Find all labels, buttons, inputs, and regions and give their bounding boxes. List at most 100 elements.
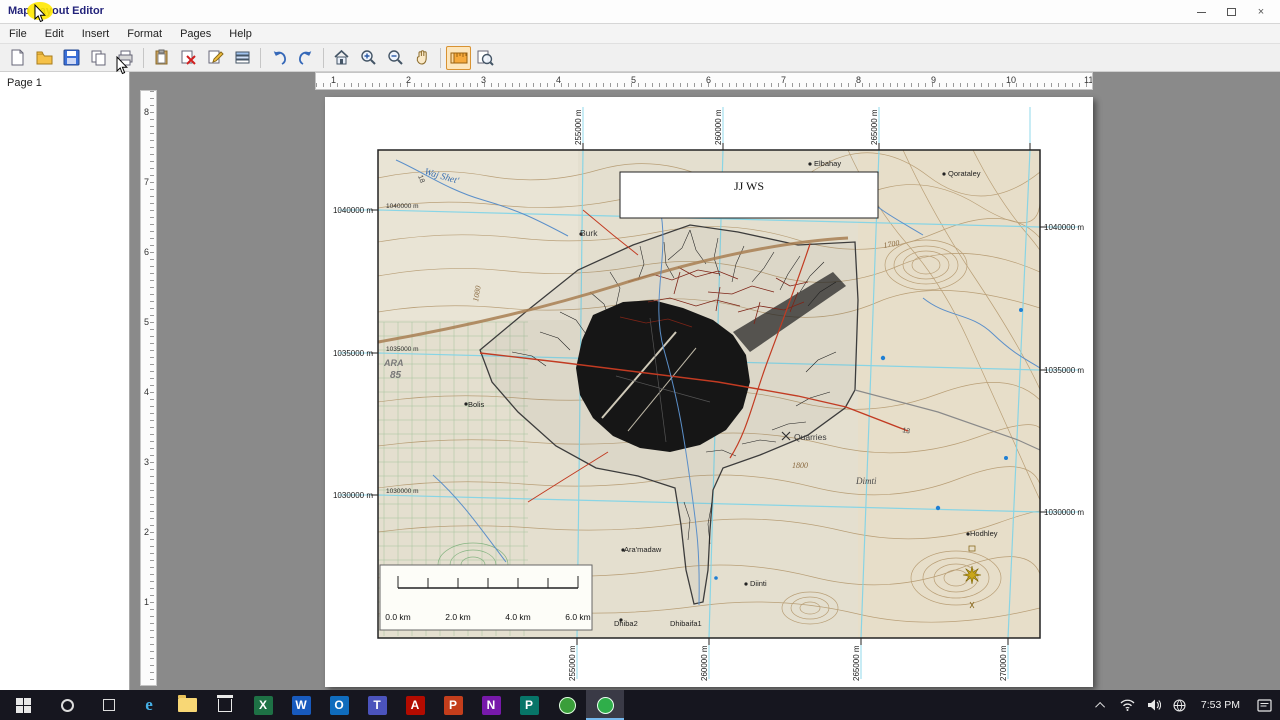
taskbar-app-publisher[interactable]: P	[510, 690, 548, 720]
new-document-button[interactable]	[5, 46, 30, 70]
ruler-number: 6	[706, 75, 712, 85]
map-frame: Waj Shet' 18 1080 Burk Elbahay Qorataley…	[377, 149, 1041, 639]
zoom-selection-button[interactable]	[473, 46, 498, 70]
coord-label-bottom: 260000 m	[700, 645, 709, 681]
coord-label-right: 1040000 m	[1044, 223, 1084, 232]
close-button[interactable]: ×	[1246, 0, 1276, 24]
menu-edit[interactable]: Edit	[36, 25, 73, 43]
ruler-number: 4	[144, 387, 150, 397]
taskbar-app-teams[interactable]: T	[358, 690, 396, 720]
layout-page[interactable]: 1040000 m 1035000 m 1030000 m 1040000 m …	[325, 97, 1093, 687]
powerpoint-icon: P	[443, 695, 463, 715]
pages-panel: Page 1	[0, 72, 130, 690]
ruler-number: 5	[631, 75, 637, 85]
onenote-icon: N	[481, 695, 501, 715]
layers-button[interactable]	[230, 46, 255, 70]
taskbar-app-gis[interactable]	[548, 690, 586, 720]
inner-coord-label: 1030000 m	[386, 488, 419, 495]
taskbar-app-excel[interactable]: X	[244, 690, 282, 720]
label-quarries: Quarries	[794, 432, 827, 442]
toolbar-separator	[260, 47, 261, 68]
search-button[interactable]	[46, 690, 88, 720]
label-dimti: Dimti	[855, 476, 877, 486]
volume-button[interactable]	[1141, 690, 1167, 720]
taskbar-app-store[interactable]	[206, 690, 244, 720]
taskbar: e X W O T A P N P 7:53 PM	[0, 690, 1280, 720]
vertical-ruler: 8 7 6 5 4 3 2 1	[140, 90, 157, 686]
scale-bar: 0.0 km 2.0 km 4.0 km 6.0 km	[379, 564, 593, 631]
menu-pages[interactable]: Pages	[171, 25, 220, 43]
label-diinti: Diinti	[750, 579, 767, 588]
ruler-number: 1	[144, 597, 150, 607]
pan-button[interactable]	[410, 46, 435, 70]
taskbar-app-file-explorer[interactable]	[168, 690, 206, 720]
tray-overflow-button[interactable]	[1089, 690, 1115, 720]
language-button[interactable]	[1167, 690, 1193, 720]
network-button[interactable]	[1115, 690, 1141, 720]
edit-button[interactable]	[203, 46, 228, 70]
coord-label-top: 265000 m	[870, 109, 879, 145]
print-button[interactable]	[113, 46, 138, 70]
sidebar-item-page1[interactable]: Page 1	[0, 72, 129, 94]
scalebar-label: 2.0 km	[445, 612, 471, 622]
taskbar-app-outlook[interactable]: O	[320, 690, 358, 720]
excel-icon: X	[253, 695, 273, 715]
open-button[interactable]	[32, 46, 57, 70]
taskbar-app-onenote[interactable]: N	[472, 690, 510, 720]
title-bar: Map Layout Editor ×	[0, 0, 1280, 24]
ruler-number: 1	[331, 75, 337, 85]
ruler-number: 8	[144, 107, 150, 117]
undo-button[interactable]	[266, 46, 291, 70]
outlook-icon: O	[329, 695, 349, 715]
zoom-out-button[interactable]	[383, 46, 408, 70]
zoom-in-button[interactable]	[356, 46, 381, 70]
teams-icon: T	[367, 695, 387, 715]
start-button[interactable]	[0, 690, 46, 720]
label-bolis: Bolis	[468, 400, 485, 409]
menu-file[interactable]: File	[0, 25, 36, 43]
toolbar-separator	[323, 47, 324, 68]
task-view-button[interactable]	[88, 690, 130, 720]
store-icon	[217, 694, 233, 712]
full-extent-button[interactable]	[329, 46, 354, 70]
ruler-number: 11	[1084, 75, 1093, 85]
redo-button[interactable]	[293, 46, 318, 70]
taskbar-app-acrobat[interactable]: A	[396, 690, 434, 720]
horizontal-ruler: 1 2 3 4 5 6 7 8 9 10 11	[315, 72, 1093, 90]
coord-label-right: 1030000 m	[1044, 508, 1084, 517]
ruler-number: 5	[144, 317, 150, 327]
menu-format[interactable]: Format	[118, 25, 171, 43]
duplicate-page-button[interactable]	[86, 46, 111, 70]
acrobat-icon: A	[405, 695, 425, 715]
taskbar-app-powerpoint[interactable]: P	[434, 690, 472, 720]
taskbar-app-word[interactable]: W	[282, 690, 320, 720]
label-dhiba2: Dhiba2	[614, 619, 638, 628]
map-layout: 1040000 m 1035000 m 1030000 m 1040000 m …	[333, 107, 1084, 681]
delete-button[interactable]	[176, 46, 201, 70]
ruler-number: 6	[144, 247, 150, 257]
scalebar-label: 6.0 km	[565, 612, 591, 622]
ruler-number: 4	[556, 75, 562, 85]
clock[interactable]: 7:53 PM	[1193, 699, 1248, 711]
label-hodhley: Hodhley	[970, 529, 998, 538]
maximize-button[interactable]	[1216, 0, 1246, 24]
label-burk: Burk	[580, 228, 598, 238]
menu-help[interactable]: Help	[220, 25, 261, 43]
window-title: Map Layout Editor	[8, 5, 104, 17]
taskbar-app-map-editor[interactable]	[586, 690, 624, 720]
scalebar-label: 0.0 km	[385, 612, 411, 622]
save-button[interactable]	[59, 46, 84, 70]
minimize-button[interactable]	[1186, 0, 1216, 24]
map-title-box[interactable]: JJ WS	[619, 171, 879, 219]
grid-ruler-button[interactable]	[446, 45, 471, 70]
search-icon	[60, 698, 74, 712]
toolbar-separator	[143, 47, 144, 68]
ruler-number: 7	[781, 75, 787, 85]
taskbar-app-edge[interactable]: e	[130, 690, 168, 720]
action-center-button[interactable]	[1248, 690, 1280, 720]
paste-button[interactable]	[149, 46, 174, 70]
coord-label-left: 1030000 m	[333, 491, 373, 500]
ruler-number: 3	[144, 457, 150, 467]
menu-insert[interactable]: Insert	[73, 25, 119, 43]
coord-label-left: 1035000 m	[333, 349, 373, 358]
